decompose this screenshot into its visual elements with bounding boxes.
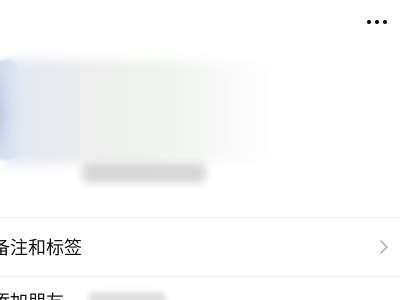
notes-and-tags-row[interactable]: 备注和标签: [0, 218, 400, 276]
profile-header: [0, 52, 300, 202]
chevron-right-icon: [378, 237, 390, 257]
more-dot: [375, 20, 379, 24]
more-horizontal-icon: [367, 20, 387, 24]
partial-row[interactable]: 添加朋友: [0, 276, 400, 300]
profile-screen: 备注和标签 添加朋友: [0, 0, 400, 300]
partial-row-mask: [88, 292, 166, 300]
blurred-profile-subtitle: [82, 163, 206, 183]
notes-and-tags-label: 备注和标签: [0, 238, 82, 259]
more-dot: [367, 20, 371, 24]
partial-row-label: 添加朋友: [0, 288, 64, 300]
more-dot: [383, 20, 387, 24]
blurred-profile-card: [4, 60, 286, 164]
more-button[interactable]: [362, 10, 392, 34]
